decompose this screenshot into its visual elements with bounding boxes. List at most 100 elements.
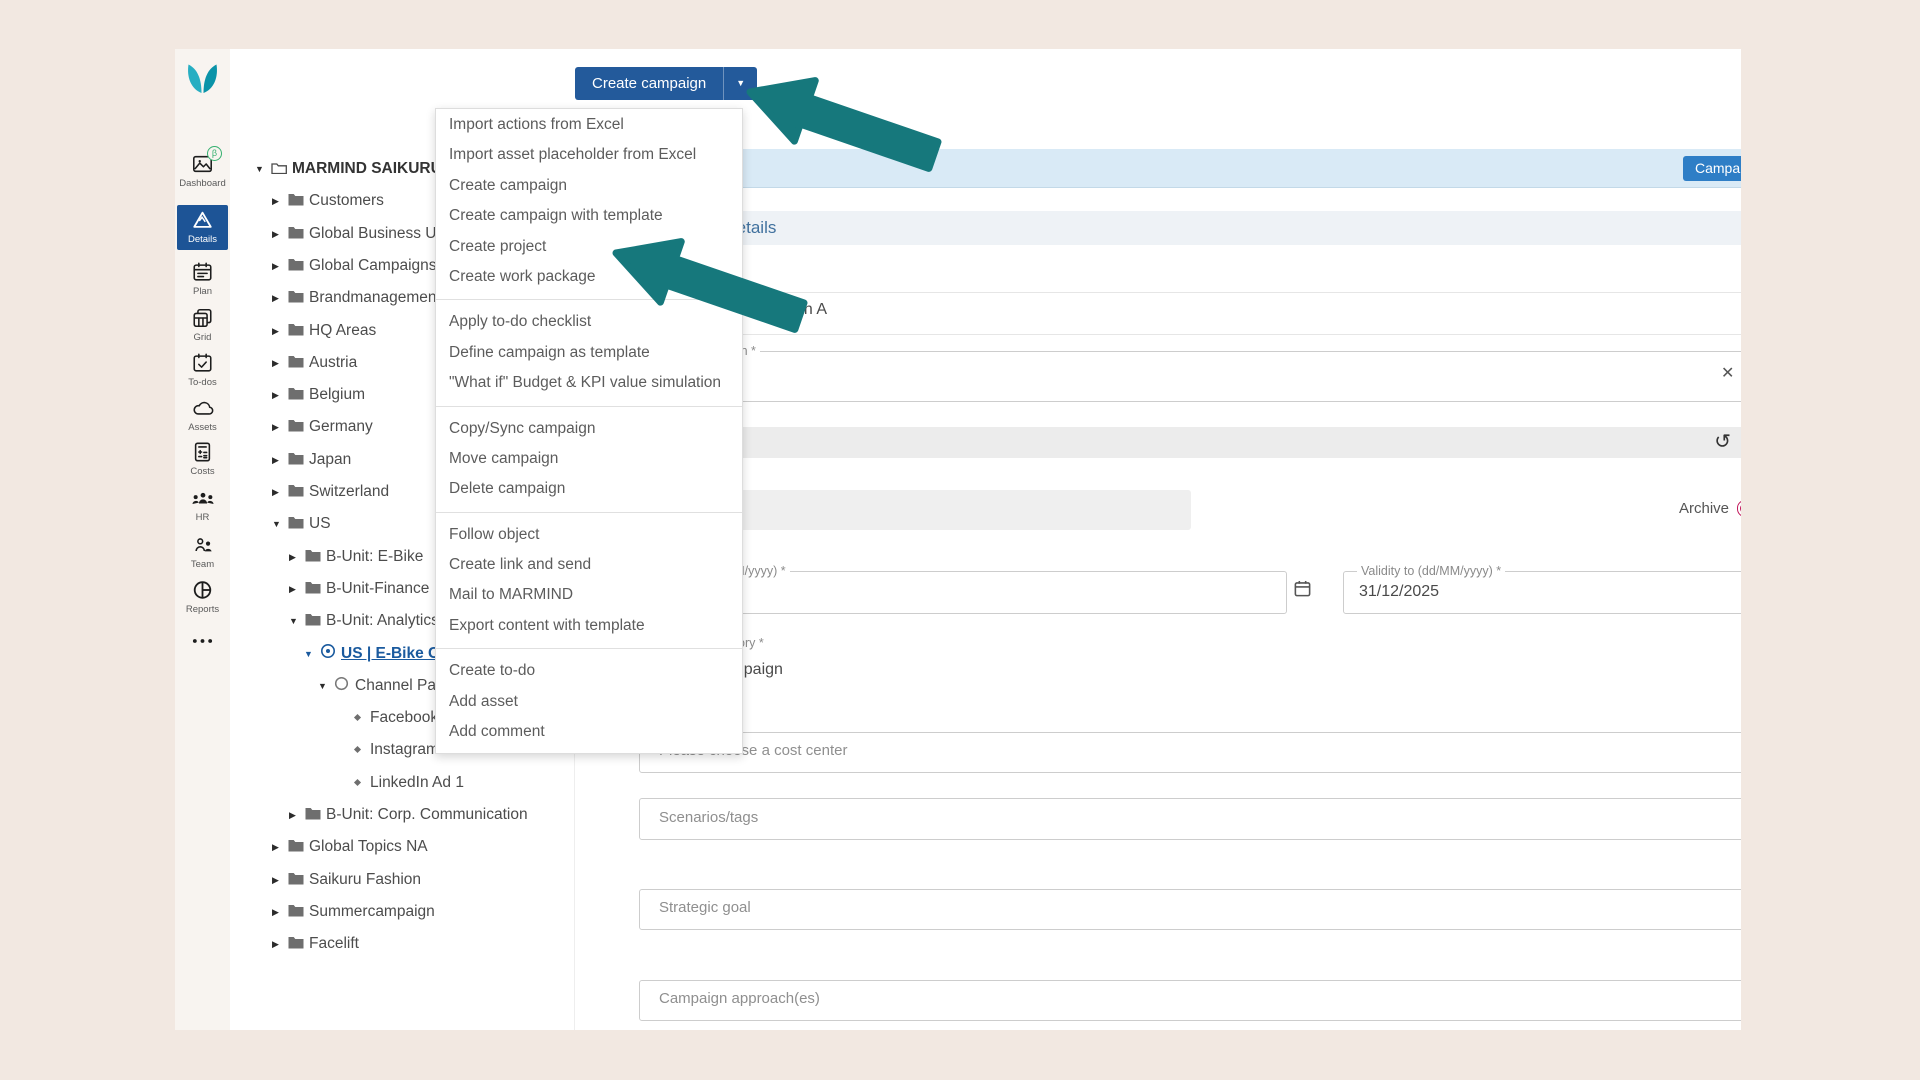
menu-item[interactable]: Move campaign <box>436 444 742 474</box>
tree-item[interactable]: ▼B-Unit: Analytics <box>289 610 439 632</box>
menu-item[interactable]: Create link and send <box>436 550 742 580</box>
clear-description-icon[interactable]: ✕ <box>1721 363 1734 383</box>
tree-item[interactable]: ▶ Japan <box>272 449 351 471</box>
validity-to-label: Validity to (dd/MM/yyyy) * <box>1357 564 1505 578</box>
tree-item[interactable]: ▼MARMIND SAIKURU D <box>255 158 457 180</box>
caret-right-icon[interactable]: ▶ <box>272 287 288 309</box>
tree-item[interactable]: ▶Brandmanagement <box>272 287 441 309</box>
sidebar-item-team[interactable]: Team <box>175 534 230 570</box>
sidebar-item-details[interactable]: Details <box>177 205 228 250</box>
folder-icon <box>288 450 309 472</box>
tree-item[interactable]: ▶Summercampaign <box>272 901 435 923</box>
menu-item[interactable]: Mail to MARMIND <box>436 580 742 610</box>
hr-icon <box>175 487 230 511</box>
caret-down-icon[interactable]: ▼ <box>289 610 305 632</box>
sidebar-item-assets[interactable]: Assets <box>175 397 230 433</box>
tree-item[interactable]: ▶Saikuru Fashion <box>272 869 421 891</box>
tree-item[interactable]: ▶B-Unit-Finance <box>289 578 429 600</box>
folder-icon <box>288 224 309 246</box>
sidebar-item-hr[interactable]: HR <box>175 487 230 523</box>
menu-item[interactable]: Delete campaign <box>436 474 742 504</box>
caret-right-icon[interactable]: ▶ <box>272 190 288 212</box>
tree-item[interactable]: ▶Facelift <box>272 933 359 955</box>
history-icon[interactable]: ↺ <box>1714 429 1731 454</box>
caret-right-icon[interactable]: ▶ <box>272 352 288 374</box>
menu-item[interactable]: Copy/Sync campaign <box>436 414 742 444</box>
caret-right-icon[interactable]: ▶ <box>272 869 288 891</box>
menu-item[interactable]: Add asset <box>436 687 742 717</box>
caret-right-icon[interactable]: ▶ <box>272 836 288 858</box>
description-field[interactable] <box>639 351 1741 402</box>
caret-down-icon[interactable]: ▼ <box>318 675 334 697</box>
tree-item[interactable]: ▶Customers <box>272 190 384 212</box>
create-campaign-button-group: Create campaign ▼ <box>575 67 757 100</box>
sidebar-item-todos[interactable]: To-dos <box>175 352 230 388</box>
tree-item[interactable]: ▶ Belgium <box>272 384 365 406</box>
validity-to-value[interactable]: 31/12/2025 <box>1359 583 1439 601</box>
archive-toggle[interactable] <box>1737 500 1741 517</box>
menu-item[interactable]: Add comment <box>436 717 742 747</box>
tree-item[interactable]: ▶Global Business Units <box>272 223 461 245</box>
tree-item[interactable]: ▶Global Topics NA <box>272 836 428 858</box>
tree-item[interactable]: ▶Austria <box>272 352 357 374</box>
tree-item[interactable]: ▶ B-Unit: Corp. Communication <box>289 804 528 826</box>
caret-down-icon[interactable]: ▼ <box>304 643 320 665</box>
caret-right-icon[interactable]: ▶ <box>272 901 288 923</box>
create-campaign-button[interactable]: Create campaign <box>575 67 723 100</box>
todos-icon <box>175 352 230 376</box>
tree-item[interactable]: ▶B-Unit: E-Bike <box>289 546 423 568</box>
tree-item[interactable]: ▶Germany <box>272 416 373 438</box>
sidebar-item-grid[interactable]: Grid <box>175 307 230 343</box>
menu-item[interactable]: Import asset placeholder from Excel <box>436 140 742 170</box>
tree-item-label: B-Unit: Corp. Communication <box>326 806 528 823</box>
menu-item[interactable]: Create to-do <box>436 656 742 686</box>
menu-item[interactable]: Create campaign <box>436 171 742 201</box>
bullet-icon <box>354 714 361 721</box>
folder-icon <box>288 288 309 310</box>
calendar-icon[interactable] <box>1293 579 1312 603</box>
caret-down-icon[interactable]: ▼ <box>255 158 271 180</box>
sidebar-item-plan[interactable]: Plan <box>175 261 230 297</box>
tree-item[interactable]: ▶Switzerland <box>272 481 389 503</box>
caret-right-icon[interactable]: ▶ <box>272 933 288 955</box>
caret-right-icon[interactable]: ▶ <box>272 255 288 277</box>
tree-item-label: Japan <box>309 451 351 468</box>
strategic-goal-placeholder: Strategic goal <box>659 899 1741 916</box>
campaign-approach-field[interactable]: Campaign approach(es) <box>639 980 1741 1021</box>
tree-item[interactable]: ▶Global Campaigns <box>272 255 437 277</box>
caret-right-icon[interactable]: ▶ <box>289 578 305 600</box>
campaign-details-section-bar: Campaign details <box>574 211 1741 245</box>
menu-item[interactable]: Export content with template <box>436 611 742 641</box>
caret-right-icon[interactable]: ▶ <box>272 320 288 342</box>
circle-icon <box>334 676 355 698</box>
caret-right-icon[interactable]: ▶ <box>289 804 305 826</box>
strategic-goal-field[interactable]: Strategic goal <box>639 889 1741 930</box>
sidebar-item-dashboard[interactable]: Dashboardβ <box>175 153 230 189</box>
caret-right-icon[interactable]: ▶ <box>272 384 288 406</box>
cost-center-field[interactable]: Please choose a cost center <box>639 732 1741 773</box>
tree-item[interactable]: ▼US <box>272 513 331 535</box>
sidebar-item-reports[interactable]: Reports <box>175 579 230 615</box>
bullet-icon <box>354 746 361 753</box>
caret-right-icon[interactable]: ▶ <box>272 416 288 438</box>
tree-item[interactable]: LinkedIn Ad 1 <box>355 772 464 794</box>
costs-icon <box>175 441 230 465</box>
menu-item[interactable]: Follow object <box>436 520 742 550</box>
collapsed-panel-bar[interactable]: ↺ <box>574 427 1741 458</box>
caret-right-icon[interactable]: ▶ <box>272 223 288 245</box>
tree-item[interactable]: ▶HQ Areas <box>272 320 376 342</box>
menu-item[interactable]: Create campaign with template <box>436 201 742 231</box>
tree-item-label: Belgium <box>309 386 365 403</box>
scenarios-field[interactable]: Scenarios/tags <box>639 798 1741 840</box>
menu-item[interactable]: Define campaign as template <box>436 338 742 368</box>
caret-right-icon[interactable]: ▶ <box>272 449 288 471</box>
caret-right-icon[interactable]: ▶ <box>272 481 288 503</box>
folder-icon <box>305 579 326 601</box>
menu-item[interactable]: "What if" Budget & KPI value simulation <box>436 368 742 398</box>
caret-right-icon[interactable]: ▶ <box>289 546 305 568</box>
caret-down-icon[interactable]: ▼ <box>272 513 288 535</box>
sidebar-item-more[interactable] <box>175 630 230 654</box>
menu-item[interactable]: Import actions from Excel <box>436 110 742 140</box>
banner-campaign-button[interactable]: Campaign <box>1683 156 1741 181</box>
sidebar-item-costs[interactable]: Costs <box>175 441 230 477</box>
